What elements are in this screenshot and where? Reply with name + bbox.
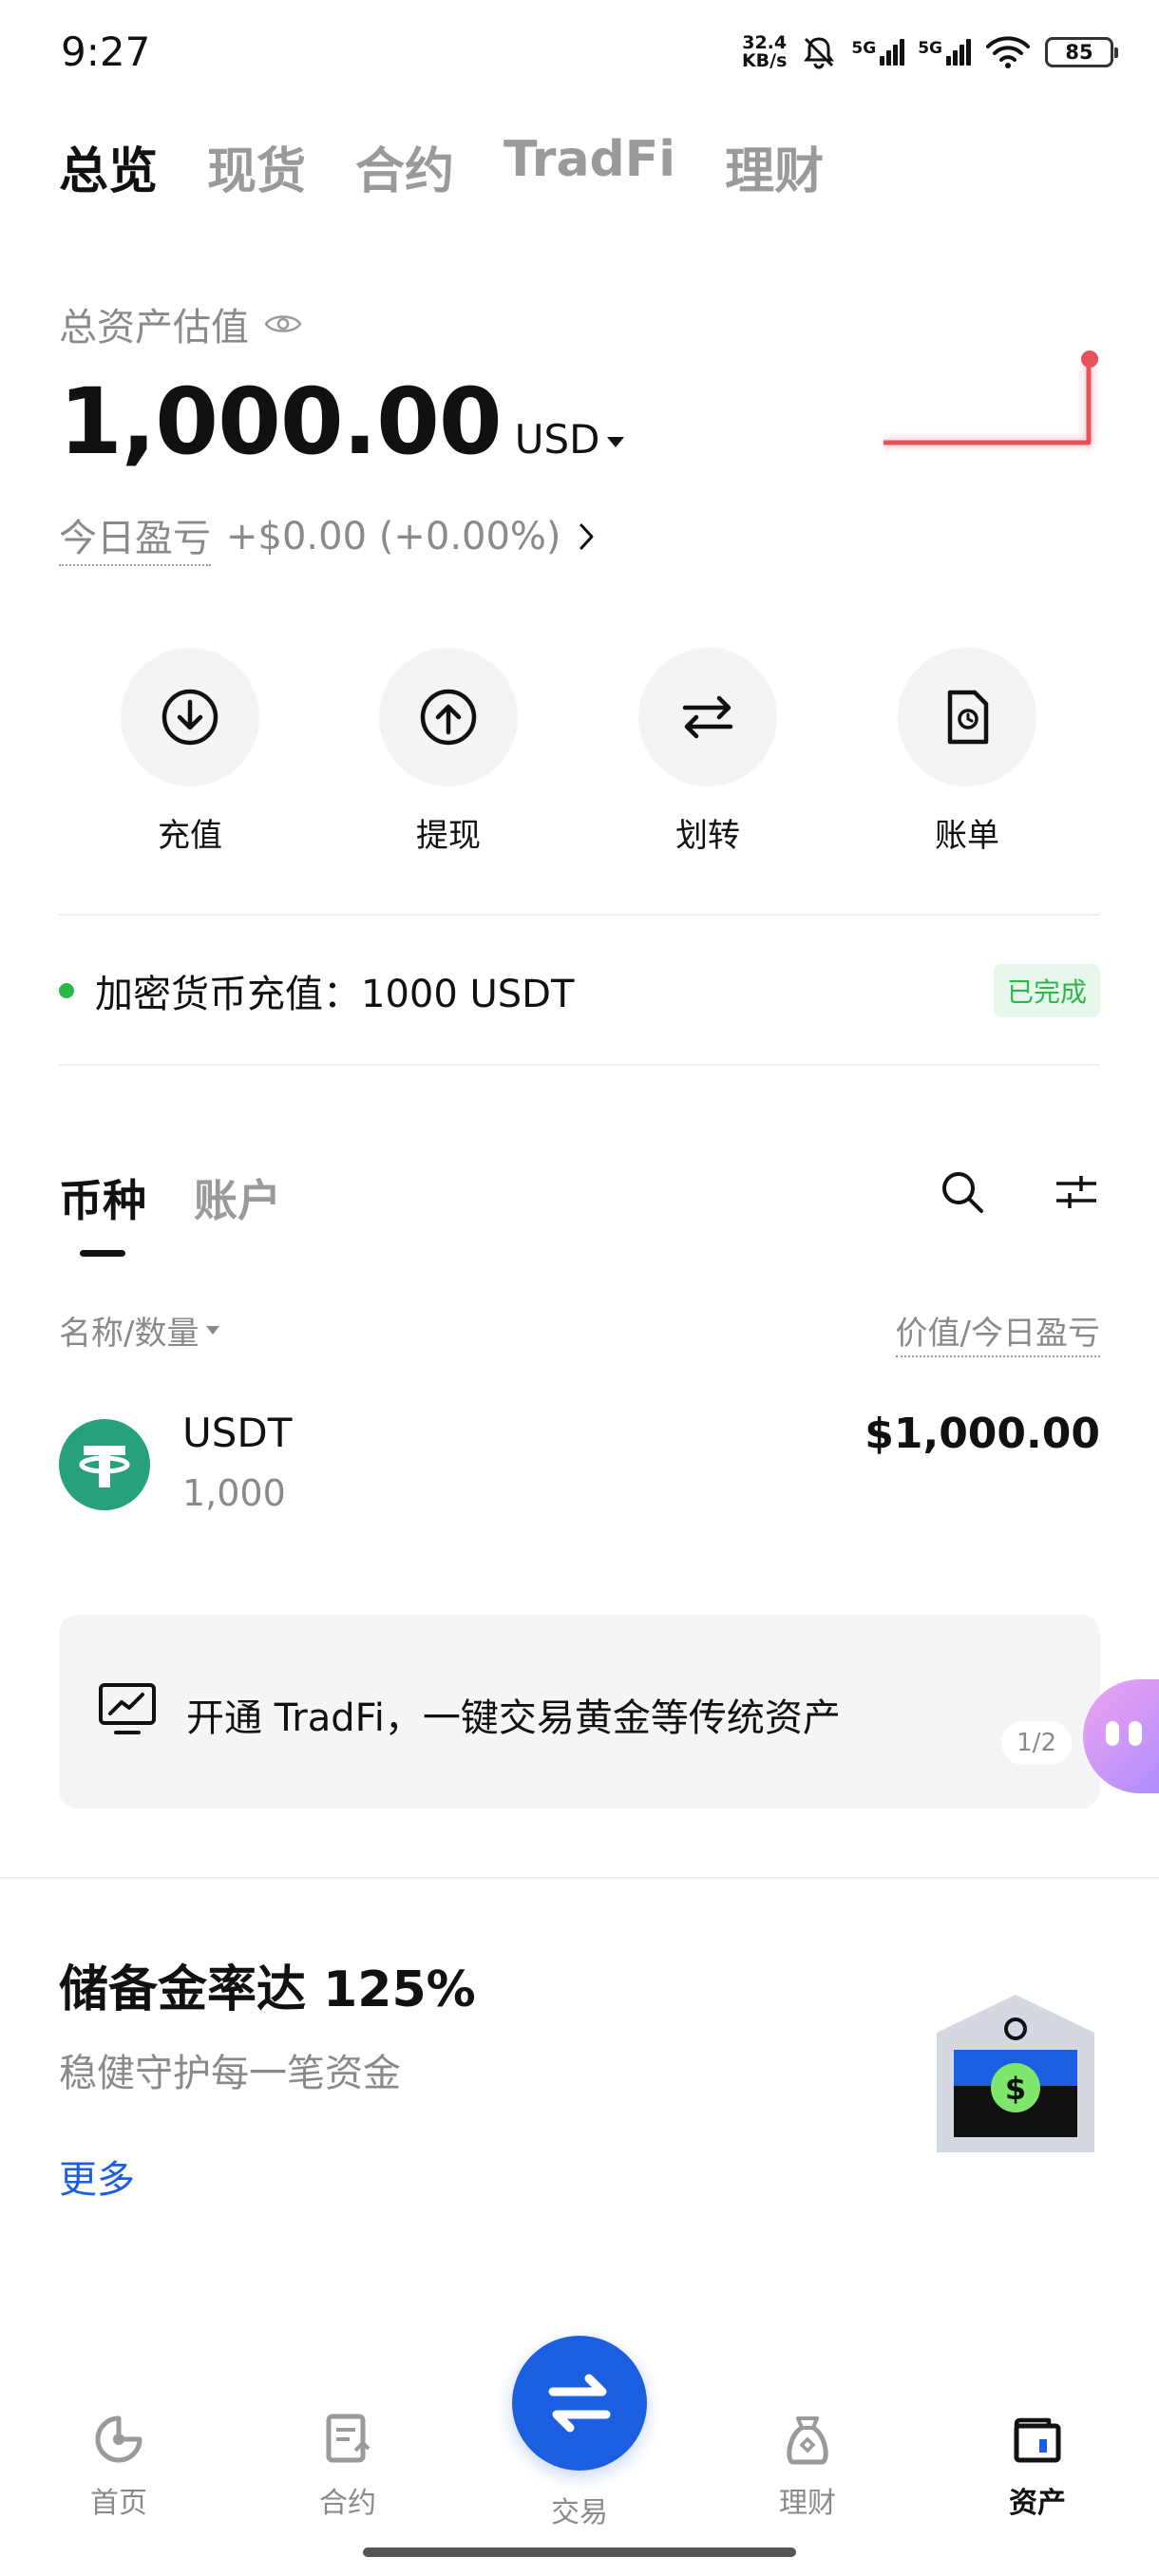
tab-overview[interactable]: 总览 [59,131,158,202]
tab-spot[interactable]: 现货 [207,131,306,202]
network-speed: 32.4 KB/s [742,34,787,70]
transfer-circle [638,648,777,786]
coin-symbol: USDT [182,1410,293,1456]
section-divider [0,1877,1159,1879]
signal-2-icon: 5G [918,39,971,66]
deposit-label: 充值 [158,817,222,855]
network-speed-unit: KB/s [741,50,788,71]
bot-eye-icon [1129,1721,1142,1746]
nav-earn[interactable]: 理财 [741,2413,874,2521]
search-icon[interactable] [939,1168,986,1216]
wifi-icon [986,36,1030,68]
bill-circle [898,648,1036,786]
withdraw-label: 提现 [416,817,481,855]
list-item[interactable]: USDT 1,000 $1,000.00 [59,1410,1100,1533]
battery-indicator: 85 [1045,37,1118,67]
tab-indicator [80,1250,125,1257]
nav-earn-label: 理财 [779,2487,836,2520]
chart-screen-icon [99,1683,156,1734]
transfer-icon [682,695,733,739]
reserve-title: 储备金率达 125% [59,1961,476,2018]
coin-quantity: 1,000 [182,1472,286,1514]
usdt-logo-icon [59,1419,150,1510]
tab-currency[interactable]: 币种 [59,1166,146,1229]
currency-selector[interactable]: USD [515,416,625,463]
tab-futures[interactable]: 合约 [355,131,454,202]
caret-down-icon [607,437,625,447]
divider [59,1064,1100,1066]
total-assets-amount: 1,000.00 USD [59,369,625,475]
transfer-label: 划转 [675,817,740,855]
nav-contract-label: 合约 [319,2487,376,2520]
withdraw-circle [379,648,518,786]
bill-icon [947,690,989,745]
tradfi-banner[interactable]: 开通 TradFi，一键交易黄金等传统资产 1/2 [59,1615,1100,1809]
transfer-button[interactable]: 划转 [636,648,779,856]
list-header-left-text: 名称/数量 [59,1315,200,1353]
reserve-subtitle: 稳健守护每一笔资金 [59,2052,401,2095]
nav-assets-label: 资产 [1009,2487,1066,2520]
pnl-sparkline [884,350,1098,447]
tab-account[interactable]: 账户 [194,1166,281,1229]
bill-label: 账单 [935,817,999,855]
withdraw-button[interactable]: 提现 [377,648,520,856]
bot-eye-icon [1106,1721,1119,1746]
vault-illustration-icon: $ [937,1995,1094,2152]
sort-name-quantity[interactable]: 名称/数量 [59,1307,220,1354]
pnl-label: 今日盈亏 [59,507,211,566]
trade-icon [548,2374,611,2433]
amount-value: 1,000.00 [59,369,503,475]
reserve-more-link[interactable]: 更多 [59,2149,135,2204]
nav-assets[interactable]: 资产 [971,2413,1104,2521]
tab-earn[interactable]: 理财 [725,131,824,202]
divider [59,914,1100,916]
signal-1-icon: 5G [851,39,905,66]
tab-tradfi[interactable]: TradFi [504,131,675,202]
svg-text:$: $ [1005,2071,1026,2107]
status-time: 9:27 [61,28,151,75]
mute-bell-icon [804,37,835,69]
caret-down-icon [206,1326,220,1335]
tether-icon [79,1446,130,1487]
asset-tools [939,1168,1100,1216]
bottom-nav: 首页 合约 交易 理财 资产 [0,2318,1159,2536]
trade-button[interactable] [512,2336,647,2471]
status-badge: 已完成 [993,964,1100,1017]
status-icons: 32.4 KB/s 5G 5G 85 [742,28,1118,76]
filter-icon[interactable] [1053,1168,1100,1216]
assets-icon [1014,2417,1061,2463]
today-pnl[interactable]: 今日盈亏 +$0.00 (+0.00%) [59,507,598,566]
nav-trade-label: 交易 [551,2496,608,2529]
deposit-notice[interactable]: 加密货币充值：1000 USDT 已完成 [59,959,1100,1022]
withdraw-icon [420,689,477,746]
nav-contract[interactable]: 合约 [281,2413,414,2521]
home-indicator[interactable] [363,2548,796,2557]
total-assets-label: 总资产估值 [59,296,302,351]
signal-2-label: 5G [918,39,942,58]
home-icon [95,2415,142,2463]
signal-1-label: 5G [851,39,877,58]
notice-text: 加密货币充值：1000 USDT [95,973,575,1016]
asset-tabs: 币种 账户 [59,1166,281,1229]
total-assets-text: 总资产估值 [59,306,249,350]
list-header-value-pnl[interactable]: 价值/今日盈亏 [895,1307,1100,1357]
banner-pagination: 1/2 [1001,1721,1072,1765]
status-dot [59,983,74,998]
eye-icon[interactable] [264,311,302,337]
currency-label: USD [514,416,600,463]
top-tabs: 总览 现货 合约 TradFi 理财 [59,131,824,202]
nav-home-label: 首页 [90,2487,147,2520]
deposit-button[interactable]: 充值 [119,648,261,856]
coin-value: $1,000.00 [864,1410,1100,1458]
chevron-right-icon [580,523,594,550]
nav-home[interactable]: 首页 [52,2413,185,2521]
bill-button[interactable]: 账单 [896,648,1038,856]
pnl-value: +$0.00 (+0.00%) [226,515,561,559]
earn-icon [787,2416,828,2465]
banner-text: 开通 TradFi，一键交易黄金等传统资产 [186,1696,841,1740]
contract-icon [326,2414,370,2463]
deposit-circle [121,648,259,786]
deposit-icon [162,689,218,746]
